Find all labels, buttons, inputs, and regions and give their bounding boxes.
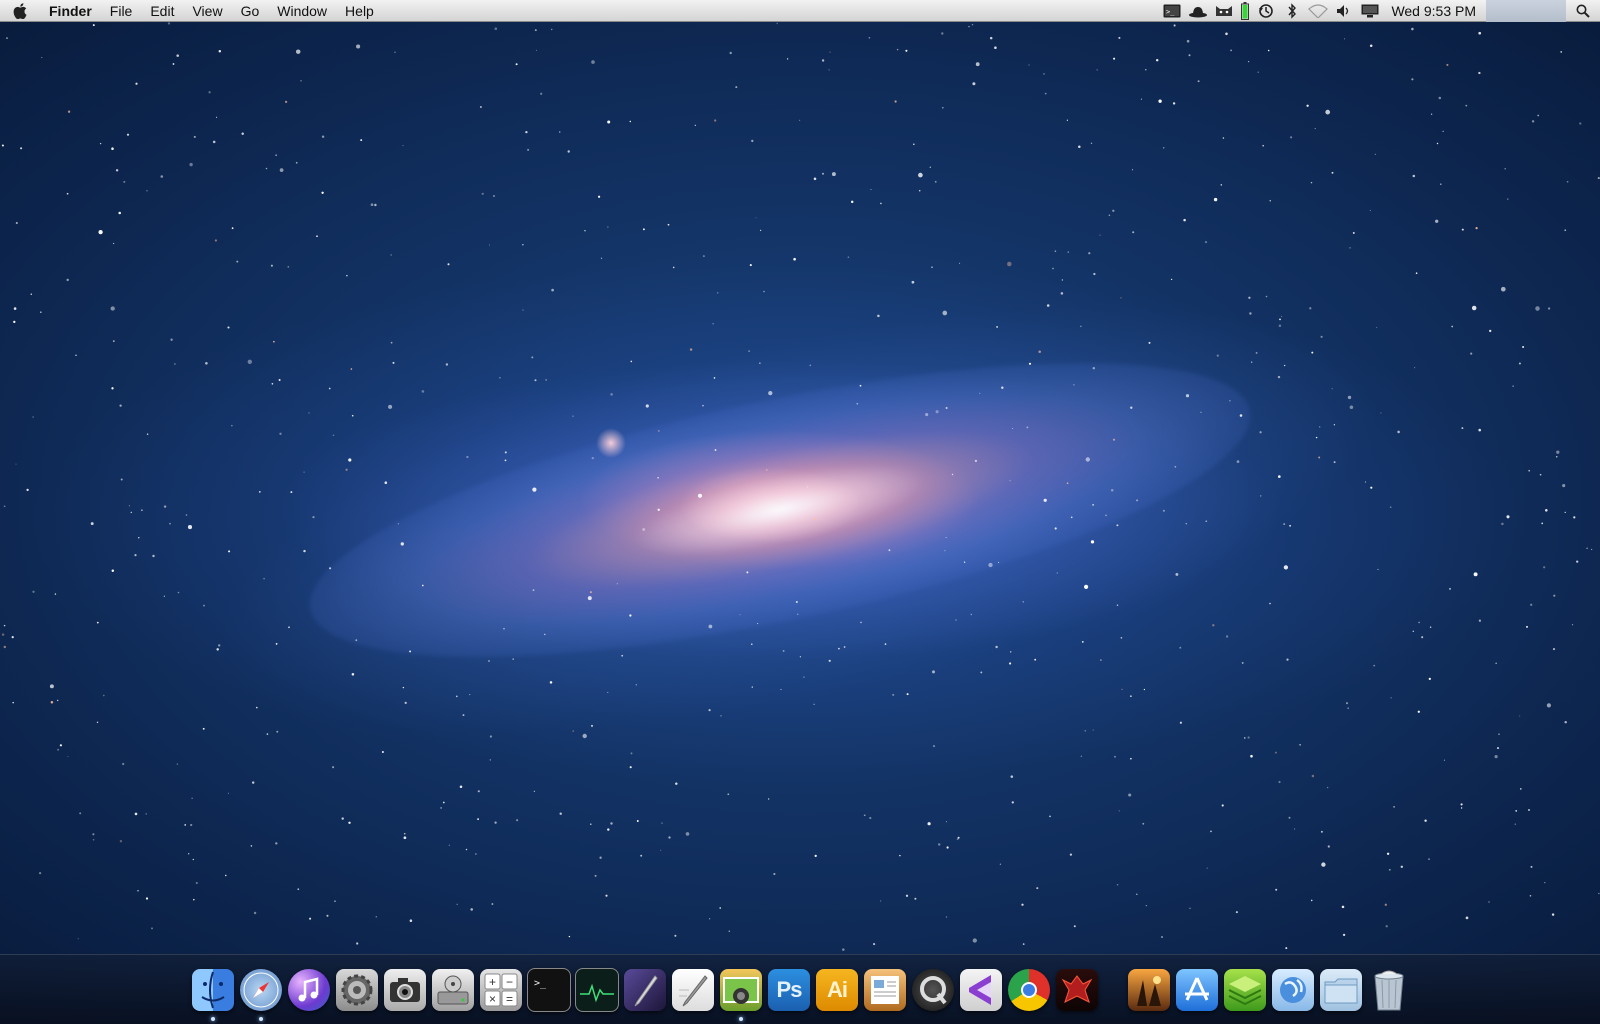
starfield <box>1 22 1600 951</box>
magnifier-icon[interactable] <box>1566 0 1600 22</box>
menu-help[interactable]: Help <box>336 0 383 22</box>
chrome-icon <box>1008 969 1050 1011</box>
cat-icon[interactable] <box>1214 0 1234 22</box>
dock-stacks[interactable] <box>1222 967 1268 1013</box>
dock-trash[interactable] <box>1366 967 1412 1013</box>
bluetooth-icon[interactable] <box>1282 0 1302 22</box>
dock-illustrator[interactable]: Ai <box>814 967 860 1013</box>
menu-app-name[interactable]: Finder <box>40 0 101 22</box>
disk-utility-icon <box>432 969 474 1011</box>
activity-monitor-icon <box>575 968 619 1012</box>
desktop[interactable]: Finder File Edit View Go Window Help >_ <box>0 0 1600 1024</box>
terminal-icon[interactable]: >_ <box>1162 0 1182 22</box>
terminal-app-icon: >_ <box>527 968 571 1012</box>
dock: + − × = >_ Ps Ai <box>0 954 1600 1024</box>
svg-text:=: = <box>506 992 513 1006</box>
photo-booth-icon <box>1128 969 1170 1011</box>
dock-quicktime[interactable] <box>910 967 956 1013</box>
hat-icon[interactable] <box>1188 0 1208 22</box>
dock-chrome[interactable] <box>1006 967 1052 1013</box>
illustrator-icon: Ai <box>816 969 858 1011</box>
dock-app-store[interactable] <box>1174 967 1220 1013</box>
menu-bar: Finder File Edit View Go Window Help >_ <box>0 0 1600 22</box>
dock-terminal[interactable]: >_ <box>526 967 572 1013</box>
script-editor-icon <box>624 969 666 1011</box>
svg-text:>_: >_ <box>534 978 547 989</box>
dock-horde[interactable] <box>1054 967 1100 1013</box>
dock-visual-studio[interactable] <box>958 967 1004 1013</box>
dock-system-preferences[interactable] <box>334 967 380 1013</box>
volume-icon[interactable] <box>1334 0 1354 22</box>
globe-folder-icon <box>1272 969 1314 1011</box>
visual-studio-icon <box>960 969 1002 1011</box>
safari-icon <box>240 969 282 1011</box>
menu-edit[interactable]: Edit <box>141 0 183 22</box>
dock-calculator[interactable]: + − × = <box>478 967 524 1013</box>
dock-photoshop[interactable]: Ps <box>766 967 812 1013</box>
menu-file[interactable]: File <box>101 0 142 22</box>
time-machine-icon[interactable] <box>1256 0 1276 22</box>
dock-script-editor[interactable] <box>622 967 668 1013</box>
itunes-icon <box>288 969 330 1011</box>
menu-clock[interactable]: Wed 9:53 PM <box>1383 0 1486 22</box>
dock-iphoto[interactable] <box>718 967 764 1021</box>
menu-view[interactable]: View <box>183 0 231 22</box>
menu-go[interactable]: Go <box>232 0 269 22</box>
documents-folder-icon <box>1320 969 1362 1011</box>
svg-text:+: + <box>489 975 496 989</box>
preview-icon <box>864 969 906 1011</box>
menu-window[interactable]: Window <box>268 0 336 22</box>
finder-icon <box>192 969 234 1011</box>
dock-activity-monitor[interactable] <box>574 967 620 1013</box>
dock-safari[interactable] <box>238 967 284 1021</box>
stacks-icon <box>1224 969 1266 1011</box>
display-icon[interactable] <box>1360 0 1380 22</box>
system-preferences-icon <box>336 969 378 1011</box>
calculator-icon: + − × = <box>480 969 522 1011</box>
dock-documents-folder[interactable] <box>1318 967 1364 1013</box>
iphoto-icon <box>720 969 762 1011</box>
camera-icon <box>384 969 426 1011</box>
dock-preview[interactable] <box>862 967 908 1013</box>
app-store-icon <box>1176 969 1218 1011</box>
battery-icon[interactable] <box>1240 0 1250 22</box>
horde-icon <box>1056 969 1098 1011</box>
wifi-icon[interactable] <box>1308 0 1329 22</box>
svg-text:×: × <box>489 992 496 1006</box>
dock-image-capture[interactable] <box>382 967 428 1013</box>
dock-finder[interactable] <box>190 967 236 1021</box>
quicktime-icon <box>912 969 954 1011</box>
dock-itunes[interactable] <box>286 967 332 1013</box>
textedit-icon <box>672 969 714 1011</box>
photoshop-icon: Ps <box>768 969 810 1011</box>
apple-menu-icon[interactable] <box>0 0 40 22</box>
dock-network-folder[interactable] <box>1270 967 1316 1013</box>
dock-textedit[interactable] <box>670 967 716 1013</box>
menu-bar-blank <box>1486 0 1566 22</box>
trash-icon <box>1368 969 1410 1011</box>
svg-text:−: − <box>506 975 513 989</box>
dock-photo-booth[interactable] <box>1126 967 1172 1013</box>
svg-text:>_: >_ <box>1166 8 1175 16</box>
dock-disk-utility[interactable] <box>430 967 476 1013</box>
